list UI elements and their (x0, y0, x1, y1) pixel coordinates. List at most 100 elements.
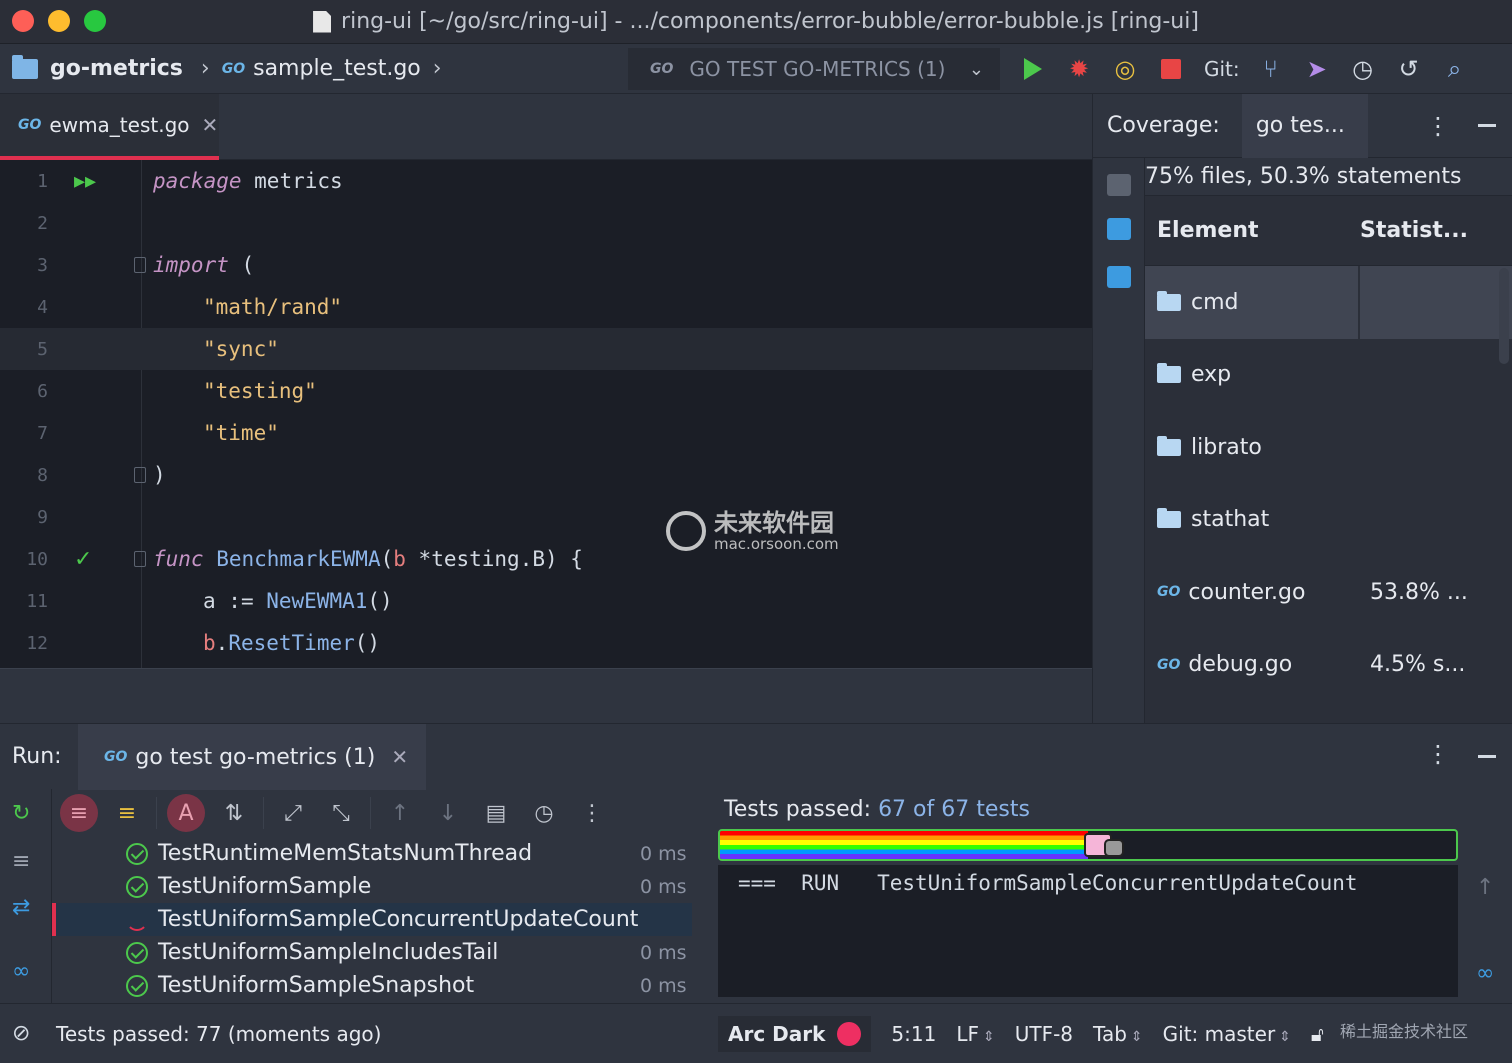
coverage-row[interactable]: exp (1145, 339, 1512, 412)
test-duration: 0 ms (640, 941, 687, 964)
editor-footer (0, 668, 1092, 723)
coverage-table: Element Statist... cmd exp librato stath… (1145, 196, 1512, 723)
fold-icon[interactable] (134, 467, 146, 483)
show-passed-icon[interactable]: ≡ (60, 794, 98, 832)
git-branch[interactable]: Git: master ⇕ (1163, 1022, 1291, 1046)
close-tab-icon[interactable]: ✕ (202, 113, 219, 137)
test-running-icon (126, 909, 148, 931)
zoom-window-button[interactable] (84, 10, 106, 32)
go-up-icon[interactable] (1107, 174, 1131, 196)
scrollbar[interactable] (1499, 268, 1509, 364)
expand-all-icon[interactable] (1107, 218, 1131, 240)
line-number: 6 (37, 380, 48, 402)
run-tab[interactable]: GO go test go-metrics (1) ✕ (78, 724, 426, 790)
row-stat: 4.5% s... (1370, 652, 1466, 678)
folder-icon (1157, 363, 1181, 384)
stop-button[interactable] (1148, 49, 1194, 89)
collapse-all-icon[interactable]: ⤡ (322, 794, 360, 832)
coverage-row[interactable]: GO debug.go 4.5% s... (1145, 629, 1512, 702)
collapse-all-icon[interactable] (1107, 266, 1131, 288)
coverage-tab[interactable]: go tes... (1241, 93, 1368, 158)
scroll-up-icon[interactable]: ↑ (1476, 875, 1494, 900)
sort-alphabetically-icon[interactable]: A (167, 794, 205, 832)
export-icon[interactable]: ▤ (477, 794, 515, 832)
clear-icon[interactable]: ≡ (12, 849, 30, 874)
link-icon[interactable]: ∞ (1476, 961, 1494, 986)
test-name: TestUniformSampleIncludesTail (158, 940, 499, 965)
more-options-icon[interactable]: ⋮ (1426, 740, 1450, 768)
breadcrumb-file[interactable]: sample_test.go (253, 56, 421, 81)
code-line: 10 ✓ func BenchmarkEWMA(b *testing.B) { (0, 538, 1092, 580)
coverage-row[interactable]: stathat (1145, 484, 1512, 557)
column-element[interactable]: Element (1145, 218, 1360, 243)
minimize-icon[interactable] (1478, 755, 1496, 758)
minimize-window-button[interactable] (48, 10, 70, 32)
indent-setting[interactable]: Tab ⇕ (1093, 1022, 1143, 1046)
git-rollback-button[interactable]: ↺ (1386, 49, 1432, 89)
code-line: 4 "math/rand" (0, 286, 1092, 328)
lock-icon[interactable]: 🔓︎ (1311, 1022, 1324, 1046)
rerun-icon[interactable]: ↻ (12, 801, 30, 826)
column-statistics[interactable]: Statist... (1360, 218, 1468, 243)
run-tab-label: go test go-metrics (1) (135, 744, 376, 770)
test-row[interactable]: TestUniformSample 0 ms (52, 870, 692, 903)
code-text: import ( (153, 253, 254, 277)
theme-color-dot (837, 1021, 862, 1046)
line-number: 8 (37, 464, 48, 486)
status-widgets: Arc Dark 5:11 LF ⇕ UTF-8 Tab ⇕ Git: master… (718, 1004, 1324, 1063)
close-tab-icon[interactable]: ✕ (391, 745, 408, 769)
caret-position[interactable]: 5:11 (891, 1022, 936, 1046)
test-row[interactable]: TestRuntimeMemStatsNumThread 0 ms (52, 837, 692, 870)
more-options-icon[interactable]: ⋮ (573, 794, 611, 832)
parameter: b (393, 547, 406, 571)
test-duration: 0 ms (640, 842, 687, 865)
fold-icon[interactable] (134, 257, 146, 273)
window-title-text: ring-ui [~/go/src/ring-ui] - .../compone… (341, 9, 1199, 34)
test-row[interactable]: TestUniformSampleIncludesTail 0 ms (52, 936, 692, 969)
fold-icon[interactable] (134, 551, 146, 567)
run-configuration-selector[interactable]: GO GO TEST GO-METRICS (1) ⌄ (628, 48, 1000, 90)
minimize-icon[interactable] (1478, 124, 1496, 127)
sort-by-duration-icon[interactable]: ⇅ (215, 794, 253, 832)
theme-widget[interactable]: Arc Dark (718, 1015, 872, 1052)
coverage-row[interactable]: librato (1145, 411, 1512, 484)
console-side-toolbar: ↑ ∞ (1460, 865, 1512, 997)
tab-ewma-test[interactable]: GO ewma_test.go ✕ (0, 94, 219, 160)
close-window-button[interactable] (12, 10, 34, 32)
test-row[interactable]: TestUniformSampleSnapshot 0 ms (52, 969, 692, 1002)
status-message[interactable]: Tests passed: 77 (moments ago) (56, 1022, 381, 1046)
previous-failed-icon[interactable]: ↑ (381, 794, 419, 832)
passed-total: 67 tests (941, 797, 1030, 822)
run-all-tests-icon[interactable]: ▸▸ (74, 169, 96, 194)
git-update-button[interactable]: ⑂ (1248, 49, 1294, 89)
git-history-button[interactable]: ◷ (1340, 49, 1386, 89)
line-separator[interactable]: LF ⇕ (956, 1022, 994, 1046)
test-row-selected[interactable]: TestUniformSampleConcurrentUpdateCount (52, 903, 692, 936)
line-number: 1 (37, 170, 48, 192)
next-failed-icon[interactable]: ↓ (429, 794, 467, 832)
show-ignored-icon[interactable]: ≡ (108, 794, 146, 832)
expand-all-icon[interactable]: ⤢ (274, 794, 312, 832)
test-history-icon[interactable]: ◷ (525, 794, 563, 832)
file-encoding[interactable]: UTF-8 (1015, 1022, 1073, 1046)
breadcrumb-project[interactable]: go-metrics (50, 56, 183, 81)
code-text: a := NewEWMA1() (203, 589, 393, 613)
tool-windows-icon[interactable]: ⊘ (12, 1021, 30, 1046)
toggle-autotest-icon[interactable]: ⇄ (12, 895, 30, 920)
test-name: TestRuntimeMemStatsNumThread (158, 841, 533, 866)
git-branch-value: Git: master (1162, 1021, 1276, 1046)
coverage-row[interactable]: cmd (1145, 266, 1512, 339)
git-push-button[interactable]: ➤ (1294, 49, 1340, 89)
folder-icon (12, 54, 38, 79)
test-passed-icon[interactable]: ✓ (74, 547, 92, 572)
console-output[interactable]: === RUN TestUniformSampleConcurrentUpdat… (718, 865, 1458, 997)
run-button[interactable] (1010, 49, 1056, 89)
debug-button[interactable]: ✹ (1056, 49, 1102, 89)
run-with-coverage-button[interactable]: ◎ (1102, 49, 1148, 89)
coverage-row[interactable]: GO counter.go 53.8% ... (1145, 556, 1512, 629)
more-options-icon[interactable]: ⋮ (1426, 112, 1450, 140)
search-button[interactable]: ⌕ (1432, 49, 1478, 89)
editor-tab-bar: GO ewma_test.go ✕ (0, 94, 1092, 160)
code-editor[interactable]: 1 ▸▸ package metrics 2 3 import ( 4 "mat… (0, 160, 1092, 668)
link-icon[interactable]: ∞ (12, 959, 30, 984)
